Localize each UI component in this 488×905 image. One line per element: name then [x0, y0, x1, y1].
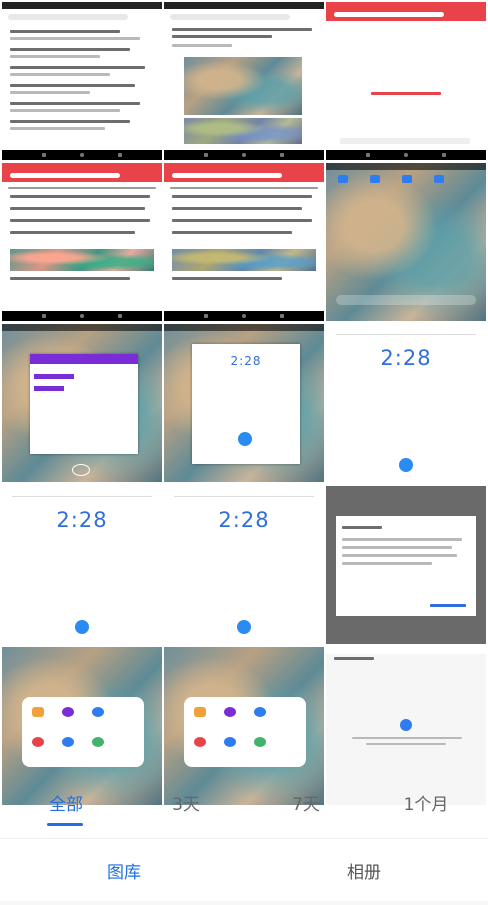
tab-all[interactable]: 全部 [16, 790, 116, 815]
tab-3-days[interactable]: 3天 [136, 790, 236, 815]
nav-gallery[interactable]: 图库 [64, 858, 184, 883]
bottom-edge [0, 901, 488, 905]
thumbnail-grid: 2:28 2:28 2:28 2:28 [0, 0, 488, 805]
bottom-navigation: 图库 相册 [0, 845, 488, 901]
thumbnail-dialog[interactable] [326, 486, 486, 644]
thumbnail-recent-apps[interactable] [2, 324, 162, 482]
thumbnail-clock[interactable]: 2:28 [326, 324, 486, 482]
thumbnail-home-screen[interactable] [326, 163, 486, 321]
thumbnail-news-feed[interactable] [2, 2, 162, 160]
thumbnail-loading[interactable] [326, 2, 486, 160]
nav-albums[interactable]: 相册 [304, 858, 424, 883]
tab-1-month[interactable]: 1个月 [376, 790, 476, 815]
thumbnail-clock[interactable]: 2:28 [164, 486, 324, 644]
thumbnail-news-list[interactable] [2, 163, 162, 321]
thumbnail-recent-clock[interactable]: 2:28 [164, 324, 324, 482]
divider [0, 838, 488, 839]
thumbnail-news-list[interactable] [164, 163, 324, 321]
thumbnail-clock[interactable]: 2:28 [2, 486, 162, 644]
active-tab-indicator [47, 823, 83, 826]
thumbnail-news-article[interactable] [164, 2, 324, 160]
time-filter-tabs: 全部 3天 7天 1个月 [0, 772, 488, 832]
tab-7-days[interactable]: 7天 [256, 790, 356, 815]
